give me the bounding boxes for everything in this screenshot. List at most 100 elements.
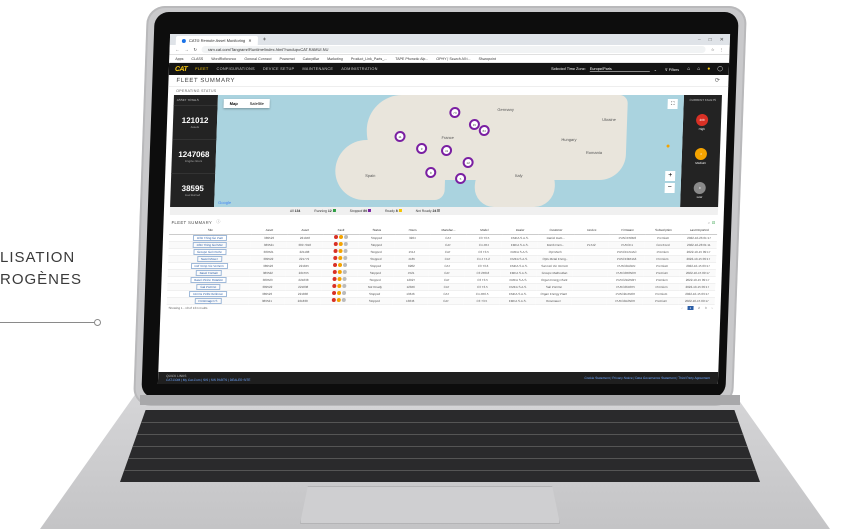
legend-running[interactable]: Running 12: [314, 209, 336, 213]
bookmark-item[interactable]: Sharepoint: [479, 57, 497, 61]
building-icon[interactable]: ⌂: [687, 66, 690, 72]
bookmark-item[interactable]: CLASS: [191, 57, 203, 61]
fault-icons[interactable]: [331, 284, 347, 288]
pegman-icon[interactable]: ●: [666, 143, 670, 150]
site-link[interactable]: D3D Thing Go Pam: [192, 234, 228, 241]
zoom-in-button[interactable]: +: [664, 171, 676, 181]
menu-dots-icon[interactable]: ⋮: [719, 47, 723, 52]
fault-icons[interactable]: [333, 235, 348, 239]
prev-page-button[interactable]: ‹: [681, 306, 682, 310]
bookmark-item[interactable]: General Connect: [244, 57, 271, 61]
legal-links[interactable]: Cookie Statement | Privacy Notice | Data…: [584, 376, 710, 380]
minimize-button[interactable]: –: [698, 37, 701, 43]
fault-icons[interactable]: [331, 298, 346, 302]
column-header[interactable]: Fault: [322, 227, 360, 234]
fault-icons[interactable]: [332, 277, 347, 281]
fault-high[interactable]: 208 High: [695, 105, 709, 139]
tab-map[interactable]: Map: [224, 99, 244, 108]
legend-not-ready[interactable]: Not Ready 24: [416, 209, 441, 213]
reload-icon[interactable]: ↻: [193, 47, 197, 52]
home-icon[interactable]: ⌂: [697, 66, 700, 72]
back-icon[interactable]: ←: [175, 47, 179, 52]
url-field[interactable]: ram.cat.com/Tangramr/Runtime/index.html?…: [201, 46, 707, 53]
table-row[interactable]: D3D Thing Gol Mec 389521 389 7018 Stopped CA…: [168, 241, 717, 248]
star-icon[interactable]: ☆: [711, 47, 715, 52]
bookmark-item[interactable]: Apps: [175, 57, 183, 61]
fault-icons[interactable]: [331, 291, 346, 295]
column-header[interactable]: Firmware: [609, 227, 646, 234]
cat-logo[interactable]: CAT: [175, 66, 188, 73]
search-icon[interactable]: ⌕: [708, 220, 711, 225]
legend-ready[interactable]: Ready 8: [385, 209, 402, 213]
nav-device-setup[interactable]: DEVICE SETUP: [263, 67, 295, 71]
table-row[interactable]: Def Temp Vie Vernem 389523 221845 Stopped 82…: [167, 262, 717, 269]
nav-fleet[interactable]: FLEET: [195, 67, 208, 71]
site-link[interactable]: Def Temp Vie Vernem: [190, 262, 228, 269]
site-link[interactable]: Basel Pleine Rotation: [190, 276, 228, 283]
table-row[interactable]: Basel Pleine Rotation 389523 221838 Stopped…: [167, 276, 716, 283]
zoom-out-button[interactable]: −: [664, 183, 675, 193]
fullscreen-button[interactable]: ⛶: [667, 99, 678, 109]
column-header[interactable]: Hours: [394, 227, 431, 234]
fault-icons[interactable]: [332, 270, 347, 274]
map-cluster-marker[interactable]: 5: [454, 173, 467, 184]
info-icon[interactable]: ⓘ: [216, 219, 221, 225]
refresh-icon[interactable]: ⟳: [715, 77, 721, 84]
maximize-button[interactable]: □: [709, 37, 712, 43]
column-header[interactable]: Customer: [537, 227, 575, 234]
bookmark-item[interactable]: Powernet: [279, 57, 294, 61]
column-header[interactable]: Asset: [251, 227, 288, 234]
fault-icons[interactable]: [332, 263, 347, 267]
site-link[interactable]: Pontenagen S: [194, 297, 222, 304]
nav-maintenance[interactable]: MAINTENANCE: [302, 67, 333, 71]
legend-all[interactable]: All 134: [290, 209, 301, 213]
table-row[interactable]: D3D Thing Go Pam 389523 221048 Stopped 3204 C…: [168, 234, 718, 241]
nav-administration[interactable]: ADMINISTRATION: [341, 67, 378, 71]
fleet-map[interactable]: Map Satellite Germany Ukraine France Ita…: [214, 95, 684, 207]
fault-low[interactable]: 0 Low: [693, 173, 706, 207]
legend-stopped[interactable]: Stopped 89: [350, 209, 372, 213]
bookmark-item[interactable]: Caterpillar: [303, 57, 320, 61]
column-header[interactable]: Last Reported: [681, 227, 718, 234]
fault-icons[interactable]: [332, 256, 348, 260]
browser-tab[interactable]: CAT® Remote Asset Monitoring ✕: [175, 36, 258, 45]
bookmark-item[interactable]: Product_Link_Parts_...: [351, 57, 387, 61]
tab-satellite[interactable]: Satellite: [244, 99, 271, 108]
new-tab-button[interactable]: +: [263, 37, 267, 43]
column-header[interactable]: Manufac...: [430, 227, 467, 234]
column-header[interactable]: Site: [169, 227, 252, 234]
bookmark-item[interactable]: Marketing: [327, 57, 343, 61]
bell-icon[interactable]: ●: [707, 66, 710, 72]
site-link[interactable]: Gal Pomme: [196, 283, 221, 290]
site-link[interactable]: Drems Petite Bellevue: [189, 290, 228, 297]
bookmark-item[interactable]: WordReference: [211, 57, 236, 61]
table-row[interactable]: Groupe Gol Poche 389521 221188 Stopped 1514 C…: [168, 248, 717, 255]
page-button[interactable]: 2: [698, 306, 700, 310]
user-icon[interactable]: ◯: [717, 66, 723, 72]
site-link[interactable]: Basel Fontain: [195, 269, 223, 276]
filters-button[interactable]: ⊽ Filters: [665, 67, 679, 72]
table-row[interactable]: Drems Petite Bellevue 389523 221838 Stopped…: [166, 290, 716, 297]
column-header[interactable]: Dealer: [502, 227, 539, 234]
fault-medium[interactable]: 4 Medium: [694, 139, 708, 173]
column-header[interactable]: Asset: [287, 227, 324, 234]
column-header[interactable]: Status: [358, 227, 395, 234]
close-window-button[interactable]: ✕: [720, 37, 724, 43]
bookmark-item[interactable]: OPHY | Search All t...: [436, 57, 470, 61]
table-row[interactable]: Gal Pomme 389522 221838 Not Ready 12846 CAT C3…: [167, 283, 716, 290]
export-icon[interactable]: ▦: [712, 220, 716, 225]
tab-close-icon[interactable]: ✕: [248, 38, 252, 43]
site-link[interactable]: Nacel Moser: [196, 255, 222, 262]
nav-configurations[interactable]: CONFIGURATIONS: [217, 67, 255, 71]
timezone-selector[interactable]: Selected Time Zone: Europe/Paris ⌄: [551, 66, 657, 72]
table-row[interactable]: Basel Fontain 389522 221555 Stopped 4521 CAT C…: [167, 269, 716, 276]
forward-icon[interactable]: →: [184, 47, 188, 52]
quick-links[interactable]: CAT.COM | My Cat.Com | SIS | SIS PARTS |…: [166, 378, 251, 382]
table-row[interactable]: Nacel Moser 389522 221779 Stopped 4165 CAT C4.…: [168, 255, 717, 262]
bookmark-item[interactable]: TAPE Phonetic Alp...: [395, 57, 428, 61]
fault-icons[interactable]: [333, 242, 348, 246]
site-link[interactable]: D3D Thing Gol Mec: [192, 241, 228, 248]
fault-icons[interactable]: [333, 249, 348, 253]
column-header[interactable]: Subscription: [645, 227, 682, 234]
page-button[interactable]: 3: [705, 306, 707, 310]
